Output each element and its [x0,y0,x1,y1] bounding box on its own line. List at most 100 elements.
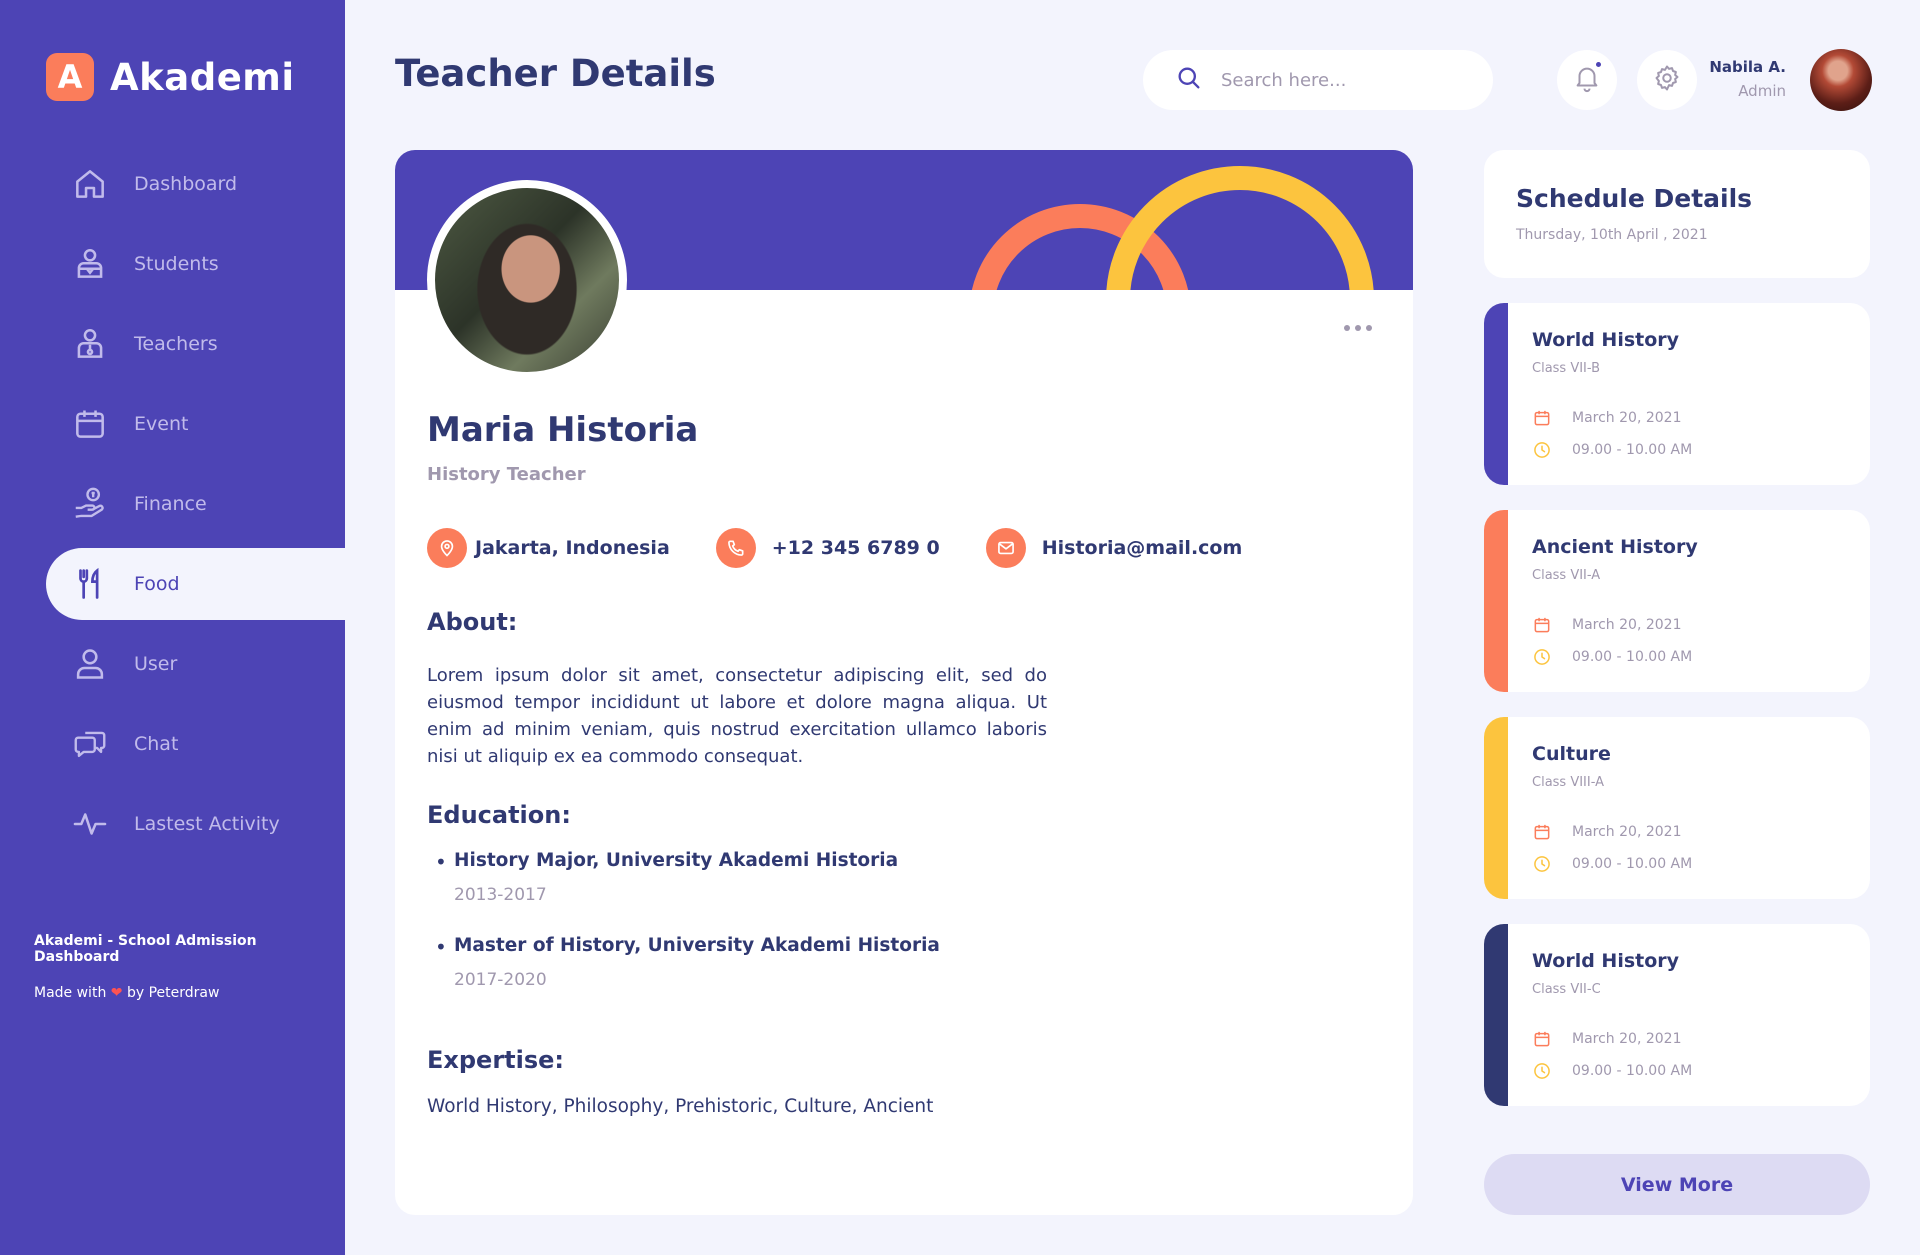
search-icon [1175,64,1203,96]
schedule-time-text: 09.00 - 10.00 AM [1572,1063,1693,1079]
education-item: Master of History, University Akademi Hi… [427,935,1227,990]
sidebar-item-label: Chat [134,733,179,755]
logo-mark: A [46,53,94,101]
search-input[interactable] [1221,69,1461,91]
schedule-date-row: March 20, 2021 [1532,822,1681,842]
sidebar-item-user[interactable]: User [46,628,345,700]
more-options-icon[interactable] [1344,325,1372,331]
teacher-location: Jakarta, Indonesia [475,537,670,559]
schedule-date-text: March 20, 2021 [1572,617,1682,633]
sidebar-item-students[interactable]: Students [46,228,345,300]
schedule-date-text: March 20, 2021 [1572,824,1682,840]
sidebar-item-latest-activity[interactable]: Lastest Activity [46,788,345,860]
education-item: History Major, University Akademi Histor… [427,850,1227,905]
view-more-button[interactable]: View More [1484,1154,1870,1215]
notification-button[interactable] [1557,50,1617,110]
user-name: Nabila A. [1709,58,1786,76]
app-name: Akademi [110,55,295,99]
schedule-subject: World History [1532,329,1680,351]
education-years: 2017-2020 [454,970,547,990]
schedule-time-row: 09.00 - 10.00 AM [1532,854,1692,874]
schedule-header: Schedule Details Thursday, 10th April , … [1484,150,1870,278]
education-list: History Major, University Akademi Histor… [427,850,1227,1020]
schedule-subject: Ancient History [1532,536,1698,558]
schedule-title: Schedule Details [1516,184,1753,213]
footer-made-suffix: by Peterdraw [126,985,220,1001]
sidebar-item-label: User [134,653,178,675]
schedule-time-row: 09.00 - 10.00 AM [1532,1061,1692,1081]
schedule-subject: Culture [1532,743,1611,765]
teacher-icon [68,322,112,366]
notification-dot [1594,60,1603,69]
schedule-color-bar [1484,303,1508,485]
sidebar-item-event[interactable]: Event [46,388,345,460]
home-icon [68,162,112,206]
sidebar-item-chat[interactable]: Chat [46,708,345,780]
user-icon [68,642,112,686]
contact-phone[interactable]: +12 345 6789 0 [715,528,940,568]
clock-icon [1534,442,1550,458]
gear-icon [1652,63,1682,97]
sidebar-item-label: Event [134,413,189,435]
schedule-date-row: March 20, 2021 [1532,1029,1681,1049]
contact-email[interactable]: Historia@mail.com [985,528,1242,568]
schedule-card[interactable]: World History Class VII-B March 20, 2021… [1484,303,1870,485]
activity-icon [68,802,112,846]
sidebar-item-teachers[interactable]: Teachers [46,308,345,380]
schedule-card[interactable]: World History Class VII-C March 20, 2021… [1484,924,1870,1106]
sidebar-item-label: Dashboard [134,173,238,195]
contact-info: Jakarta, Indonesia +12 345 6789 0 Histor… [427,528,1288,568]
current-user[interactable]: Nabila A. Admin [1709,58,1786,100]
clock-icon [1534,856,1550,872]
schedule-date-row: March 20, 2021 [1532,615,1681,635]
calendar-icon [68,402,112,446]
schedule-date-text: March 20, 2021 [1572,410,1682,426]
phone-icon [715,528,756,568]
education-degree: History Major, University Akademi Histor… [454,850,899,871]
expertise-text: World History, Philosophy, Prehistoric, … [427,1096,934,1117]
teacher-photo [427,180,627,380]
teacher-name: Maria Historia [427,410,699,450]
sidebar-item-dashboard[interactable]: Dashboard [46,148,345,220]
settings-button[interactable] [1637,50,1697,110]
sidebar: A Akademi Dashboard Students Teachers Ev… [0,0,345,1255]
schedule-date: Thursday, 10th April , 2021 [1516,227,1708,243]
student-icon [68,242,112,286]
schedule-card[interactable]: Culture Class VIII-A March 20, 2021 09.0… [1484,717,1870,899]
finance-icon [68,482,112,526]
footer-credit: Made with ❤ by Peterdraw [34,985,345,1001]
clock-icon [1534,649,1550,665]
sidebar-item-label: Finance [134,493,207,515]
sidebar-item-label: Lastest Activity [134,813,280,835]
sidebar-footer: Akademi - School Admission Dashboard Mad… [34,933,345,1001]
schedule-class: Class VII-A [1532,568,1601,583]
calendar-icon [1534,617,1550,633]
user-role: Admin [1738,82,1786,100]
sidebar-item-label: Food [134,573,180,595]
mail-icon [985,528,1026,568]
avatar[interactable] [1810,49,1872,111]
calendar-icon [1534,824,1550,840]
education-heading: Education: [427,801,571,829]
search-bar[interactable] [1143,50,1493,110]
chat-icon [68,722,112,766]
expertise-heading: Expertise: [427,1046,565,1074]
schedule-color-bar [1484,717,1508,899]
schedule-time-row: 09.00 - 10.00 AM [1532,647,1692,667]
teacher-phone: +12 345 6789 0 [771,537,940,559]
footer-made-prefix: Made with [34,985,107,1001]
app-logo[interactable]: A Akademi [46,53,295,101]
food-icon [68,562,112,606]
education-years: 2013-2017 [454,885,547,905]
sidebar-nav: Dashboard Students Teachers Event Financ… [46,148,345,868]
sidebar-item-label: Students [134,253,219,275]
calendar-icon [1534,1031,1550,1047]
sidebar-item-food[interactable]: Food [46,548,345,620]
clock-icon [1534,1063,1550,1079]
schedule-card[interactable]: Ancient History Class VII-A March 20, 20… [1484,510,1870,692]
sidebar-item-label: Teachers [134,333,218,355]
contact-location: Jakarta, Indonesia [427,528,670,568]
schedule-class: Class VII-C [1532,982,1601,997]
sidebar-item-finance[interactable]: Finance [46,468,345,540]
schedule-class: Class VIII-A [1532,775,1605,790]
